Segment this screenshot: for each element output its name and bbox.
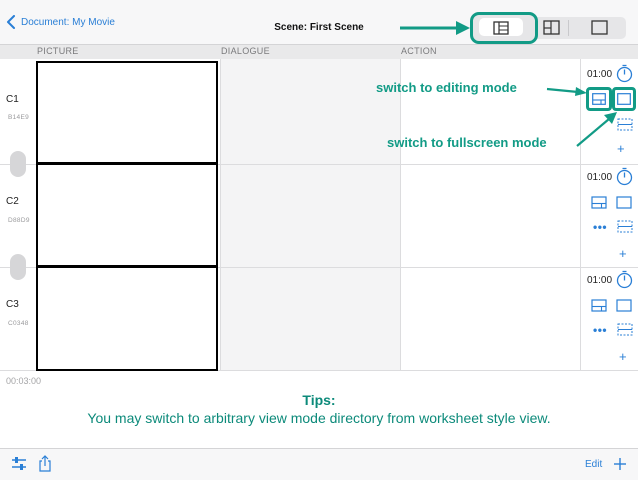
tips-body: You may switch to arbitrary view mode di… bbox=[87, 410, 551, 426]
fullscreen-view-icon[interactable] bbox=[591, 20, 608, 35]
insert-cut-icon[interactable] bbox=[617, 323, 633, 336]
annotation-fullscreen: switch to fullscreen mode bbox=[387, 135, 547, 150]
column-action: ACTION bbox=[401, 46, 437, 56]
timer-icon[interactable] bbox=[616, 64, 633, 83]
reorder-handle[interactable] bbox=[10, 254, 26, 280]
column-picture: PICTURE bbox=[37, 46, 79, 56]
fullscreen-view-icon[interactable] bbox=[616, 299, 632, 312]
reorder-handle[interactable] bbox=[10, 151, 26, 177]
column-divider bbox=[580, 59, 581, 371]
segment-divider bbox=[568, 20, 569, 36]
total-duration: 00:03:00 bbox=[6, 376, 42, 386]
cut-label: C1 bbox=[6, 94, 19, 105]
annotation-editing: switch to editing mode bbox=[376, 80, 517, 95]
fullscreen-view-icon[interactable] bbox=[616, 196, 632, 209]
picture-frame-c1[interactable] bbox=[36, 61, 218, 164]
fullscreen-view-icon bbox=[617, 93, 631, 105]
column-header: PICTURE DIALOGUE ACTION bbox=[0, 44, 638, 60]
editing-view-icon[interactable] bbox=[591, 299, 607, 312]
settings-sliders-icon[interactable] bbox=[11, 456, 27, 471]
more-icon[interactable]: ••• bbox=[593, 220, 607, 234]
cut-code: D88D9 bbox=[8, 217, 30, 224]
more-icon[interactable]: ••• bbox=[593, 323, 607, 337]
cut-code: C0348 bbox=[8, 320, 29, 327]
add-icon[interactable]: + bbox=[619, 349, 627, 364]
cut-code: B14E9 bbox=[8, 114, 30, 121]
tips-title: Tips: bbox=[302, 392, 336, 408]
timer-icon[interactable] bbox=[616, 270, 633, 289]
editing-view-icon[interactable] bbox=[543, 20, 560, 35]
cut-label: C2 bbox=[6, 196, 19, 207]
worksheet-view-button[interactable] bbox=[470, 12, 538, 44]
add-icon[interactable]: + bbox=[619, 246, 627, 261]
bottom-toolbar bbox=[0, 448, 638, 480]
insert-cut-icon[interactable] bbox=[617, 220, 633, 233]
dialogue-column[interactable] bbox=[220, 59, 400, 371]
editing-view-icon bbox=[592, 93, 606, 105]
cut-label: C3 bbox=[6, 299, 19, 310]
picture-frame-c2[interactable] bbox=[36, 162, 218, 267]
annotation-arrow-icon bbox=[400, 21, 470, 35]
annotation-arrow-icon bbox=[576, 112, 617, 147]
annotation-arrow-icon bbox=[546, 87, 587, 96]
picture-frame-c3[interactable] bbox=[36, 265, 218, 371]
timer-icon[interactable] bbox=[616, 167, 633, 186]
switch-editing-mode-button[interactable] bbox=[586, 87, 612, 111]
editing-view-icon[interactable] bbox=[591, 196, 607, 209]
insert-cut-icon[interactable] bbox=[617, 118, 633, 131]
column-divider bbox=[220, 59, 221, 371]
cut-duration: 01:00 bbox=[587, 275, 613, 286]
column-dialogue: DIALOGUE bbox=[221, 46, 270, 56]
switch-fullscreen-mode-button[interactable] bbox=[612, 87, 636, 111]
plus-icon[interactable] bbox=[613, 457, 627, 471]
worksheet-view-icon bbox=[493, 21, 509, 35]
edit-button[interactable]: Edit bbox=[585, 459, 602, 470]
column-divider bbox=[400, 59, 401, 371]
cut-duration: 01:00 bbox=[587, 172, 613, 183]
share-icon[interactable] bbox=[38, 455, 52, 472]
cut-duration: 01:00 bbox=[587, 69, 613, 80]
